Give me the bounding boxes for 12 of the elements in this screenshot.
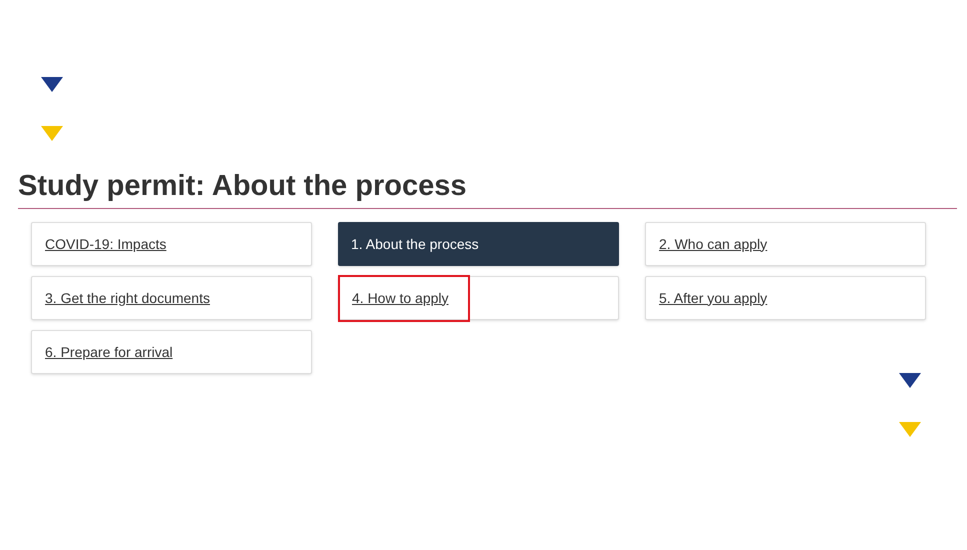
triangle-icon xyxy=(899,373,921,388)
triangle-icon xyxy=(899,422,921,437)
triangle-icon xyxy=(41,126,63,141)
nav-link[interactable]: 5. After you apply xyxy=(645,276,926,320)
nav-link[interactable]: 2. Who can apply xyxy=(645,222,926,266)
nav-link[interactable]: 1. About the process xyxy=(338,222,619,266)
triangle-icon xyxy=(41,77,63,92)
nav-link[interactable]: COVID-19: Impacts xyxy=(31,222,312,266)
nav-link[interactable]: 4. How to apply xyxy=(338,276,619,320)
nav-link[interactable]: 6. Prepare for arrival xyxy=(31,330,312,374)
page-title: Study permit: About the process xyxy=(18,169,468,204)
nav-link[interactable]: 3. Get the right documents xyxy=(31,276,312,320)
